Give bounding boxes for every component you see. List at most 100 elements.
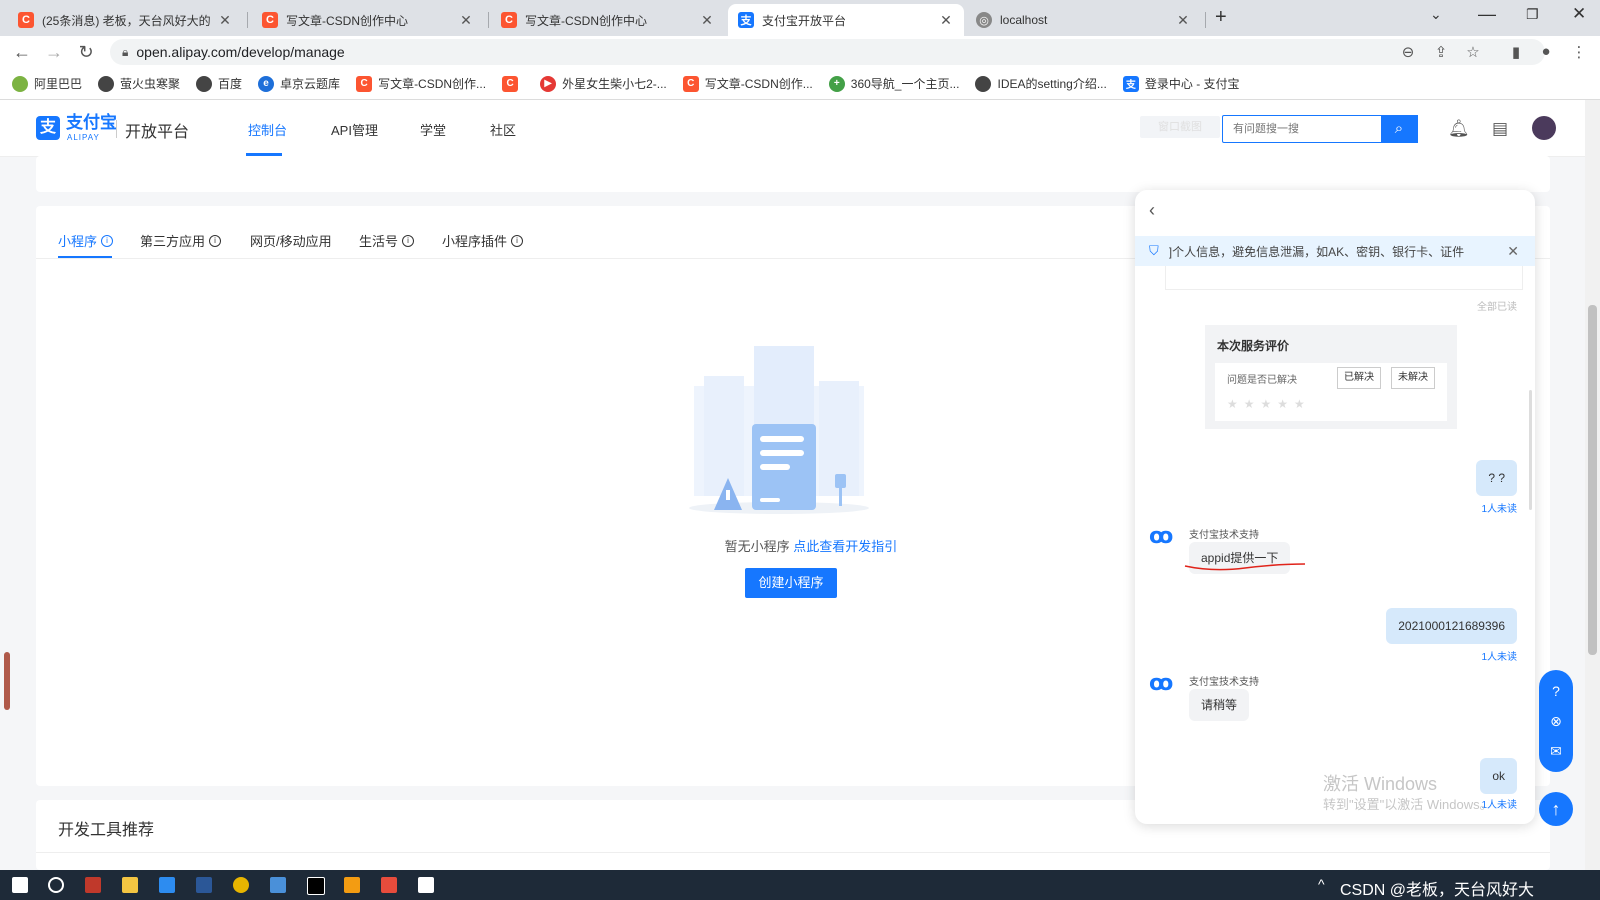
left-edge-handle[interactable] [4, 652, 10, 710]
star-icon[interactable]: ☆ [1464, 43, 1482, 61]
close-icon[interactable]: ✕ [1507, 243, 1519, 260]
folder-icon[interactable] [122, 877, 138, 893]
close-icon[interactable]: ✕ [217, 12, 233, 29]
close-icon[interactable]: ✕ [458, 12, 474, 29]
search-icon[interactable] [48, 877, 64, 893]
intellij-icon[interactable] [307, 877, 325, 895]
search-button[interactable]: ⌕ [1381, 115, 1417, 143]
document-icon[interactable]: ▤ [1492, 119, 1508, 139]
agent-message-bubble: 请稍等 [1189, 689, 1250, 721]
subtab-label: 小程序 [58, 234, 98, 249]
tab-title: (25条消息) 老板，天台风好大的 [42, 13, 211, 28]
chat-scrollbar[interactable] [1529, 390, 1532, 510]
bookmark-item[interactable]: C 写文章-CSDN创作... [356, 75, 486, 92]
menu-dots-icon[interactable]: ⋮ [1570, 43, 1588, 61]
profile-icon[interactable]: ● [1537, 43, 1555, 60]
bookmark-label: 卓京云题库 [280, 77, 341, 91]
bell-icon[interactable]: 🔔︎ [1448, 119, 1470, 139]
app-icon[interactable] [344, 877, 360, 893]
browser-tab-3[interactable]: C 写文章-CSDN创作中心 ✕ [491, 4, 725, 36]
evaluation-title: 本次服务评价 [1217, 339, 1290, 353]
new-tab-icon[interactable]: + [1215, 6, 1227, 29]
windows-start-icon[interactable] [12, 877, 28, 893]
unresolved-button[interactable]: 未解决 [1391, 367, 1435, 389]
back-arrow-icon[interactable]: ← [12, 42, 32, 62]
csdn-icon: C [501, 12, 517, 28]
avatar[interactable] [1532, 116, 1556, 140]
subtab-miniprogram[interactable]: 小程序 i [58, 231, 114, 250]
bookmark-item[interactable]: +360导航_一个主页... [828, 75, 960, 92]
nav-academy[interactable]: 学堂 [420, 120, 446, 139]
back-to-top-button[interactable]: ↑ [1539, 792, 1573, 826]
word-icon[interactable] [196, 877, 212, 893]
bookmark-item[interactable]: IDEA的setting介绍... [975, 75, 1107, 92]
omnibox[interactable]: 🔒︎ open.alipay.com/develop/manage [110, 39, 1545, 65]
app-icon[interactable] [159, 877, 175, 893]
bookmark-item[interactable]: 百度 [196, 75, 242, 92]
app-icon[interactable] [381, 877, 397, 893]
rating-stars[interactable]: ★★★★★ [1227, 397, 1311, 411]
browser-tab-1[interactable]: C (25条消息) 老板，天台风好大的 ✕ [8, 4, 243, 36]
bookmark-item[interactable]: ▶ 外星女生柴小七2-... [540, 75, 667, 92]
typora-icon[interactable] [418, 877, 434, 893]
chrome-icon[interactable] [233, 877, 249, 893]
browser-tab-2[interactable]: C 写文章-CSDN创作中心 ✕ [252, 4, 484, 36]
minimize-icon[interactable]: — [1478, 4, 1496, 25]
bookmark-item[interactable]: 萤火虫寒聚 [98, 75, 180, 92]
share-icon[interactable]: ⇪ [1432, 43, 1450, 61]
reload-icon[interactable]: ↻ [76, 42, 96, 62]
subtab-web-mobile[interactable]: 网页/移动应用 [250, 231, 332, 250]
nav-api[interactable]: API管理 [331, 120, 378, 139]
close-icon[interactable]: ✕ [938, 12, 954, 29]
csdn-icon: C [262, 12, 278, 28]
site-header: 支 支付宝 ALIPAY 开放平台 控制台 API管理 学堂 社区 窗口截图 ⌕… [0, 100, 1585, 157]
subtab-lifeaccount[interactable]: 生活号 i [359, 231, 415, 250]
bookmark-item[interactable]: 阿里巴巴 [12, 75, 82, 92]
browser-tab-5[interactable]: ◎ localhost ✕ [966, 4, 1201, 36]
scrollbar-thumb[interactable] [1588, 305, 1597, 655]
bookmark-item[interactable]: C [502, 75, 524, 92]
tab-search-chevron-icon[interactable]: ⌄ [1430, 6, 1442, 23]
bookmark-label: 360导航_一个主页... [850, 77, 960, 91]
alipay-icon: 支 [1122, 75, 1139, 92]
nav-community[interactable]: 社区 [490, 120, 516, 139]
feedback-icon[interactable]: ✉ [1547, 742, 1565, 760]
window-close-icon[interactable]: ✕ [1572, 4, 1586, 24]
app-icon[interactable] [85, 877, 101, 893]
red-annotation-underline [1184, 563, 1306, 571]
page-scrollbar[interactable] [1585, 100, 1600, 870]
tray-chevron-icon[interactable]: ^ [1318, 876, 1325, 892]
tab-separator [1205, 12, 1206, 28]
browser-tab-4-active[interactable]: 支 支付宝开放平台 ✕ [728, 4, 964, 36]
globe-icon: ◎ [976, 12, 992, 28]
app-icon[interactable] [270, 877, 286, 893]
close-icon[interactable]: ✕ [699, 12, 715, 29]
csdn-watermark: CSDN @老板，天台风好大 [1340, 882, 1535, 899]
close-icon[interactable]: ✕ [1175, 12, 1191, 29]
sidepanel-icon[interactable]: ▮ [1507, 43, 1525, 61]
csdn-icon: C [356, 75, 373, 92]
subtab-thirdparty[interactable]: 第三方应用 i [140, 231, 222, 250]
bookmark-item[interactable]: C 写文章-CSDN创作... [682, 75, 813, 92]
help-icon[interactable]: ? [1547, 682, 1565, 700]
close-circle-icon[interactable]: ⊗ [1547, 712, 1565, 730]
bookmark-label: 萤火虫寒聚 [120, 77, 181, 91]
bookmark-item[interactable]: 支登录中心 - 支付宝 [1122, 75, 1240, 92]
info-icon: i [101, 234, 114, 247]
create-miniprogram-button[interactable]: 创建小程序 [745, 568, 837, 598]
dev-guide-link[interactable]: 点此查看开发指引 [793, 539, 897, 554]
read-all-link[interactable]: 全部已读 [1477, 298, 1517, 313]
section-title: 开发工具推荐 [58, 822, 155, 839]
bookmark-item[interactable]: e 卓京云题库 [258, 75, 340, 92]
nav-console[interactable]: 控制台 [248, 120, 287, 139]
subtab-plugin[interactable]: 小程序插件 i [442, 231, 524, 250]
forward-arrow-icon[interactable]: → [44, 42, 64, 62]
back-chevron-icon[interactable]: ‹ [1149, 200, 1155, 221]
alipay-logo-icon[interactable]: 支 [36, 116, 60, 140]
restore-icon[interactable]: ❐ [1526, 6, 1539, 23]
address-bar: ← → ↻ 🔒︎ open.alipay.com/develop/manage … [0, 36, 1600, 68]
bookmarks-bar: 阿里巴巴 萤火虫寒聚 百度 e 卓京云题库 C 写文章-CSDN创作... C ▶ 外… [0, 68, 1600, 100]
globe-icon [196, 75, 213, 92]
resolved-button[interactable]: 已解决 [1337, 367, 1381, 389]
zoom-icon[interactable]: ⊖ [1399, 43, 1417, 61]
